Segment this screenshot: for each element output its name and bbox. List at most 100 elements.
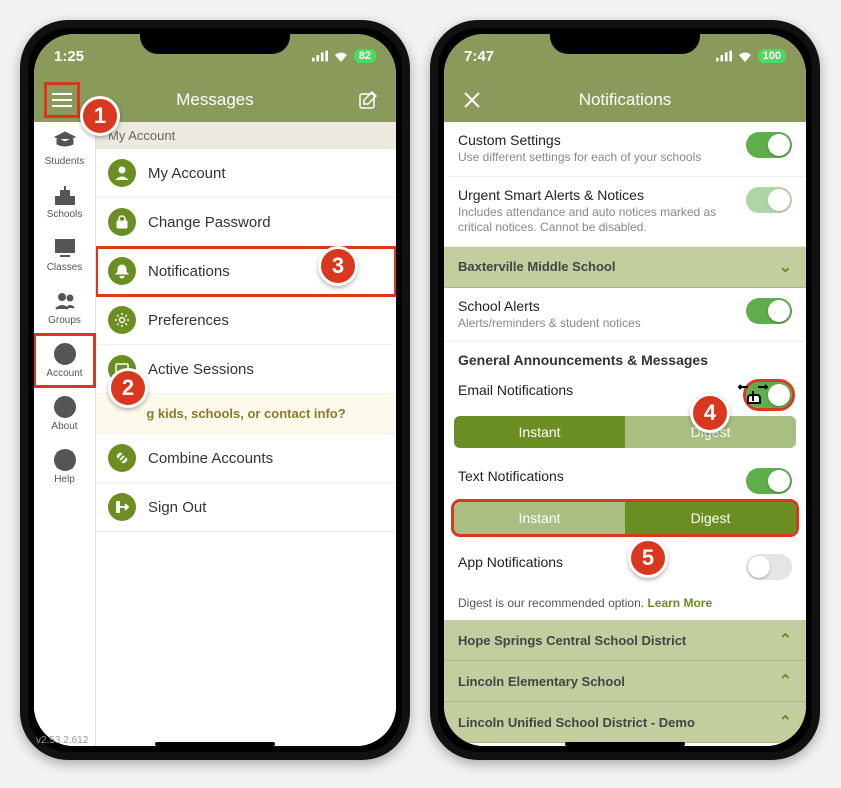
classes-icon xyxy=(53,236,77,260)
setting-title: Email Notifications xyxy=(458,382,573,398)
sidebar-label: Schools xyxy=(47,209,83,220)
general-header: General Announcements & Messages xyxy=(444,342,806,372)
callout-2: 2 xyxy=(108,368,148,408)
sidebar: Students Schools Classes Groups Account xyxy=(34,122,96,746)
sidebar-label: Students xyxy=(45,156,84,167)
setting-title: Custom Settings xyxy=(458,132,736,148)
groups-icon xyxy=(53,289,77,313)
swipe-icon xyxy=(738,383,768,409)
signal-icon xyxy=(312,50,328,62)
segment-text: Instant Digest xyxy=(454,502,796,534)
row-text-notifications: Text Notifications xyxy=(444,458,806,496)
accordion-label: Lincoln Elementary School xyxy=(458,674,625,689)
row-combine[interactable]: Combine Accounts xyxy=(96,434,396,483)
toggle-text[interactable] xyxy=(746,468,792,494)
accordion-label: Baxterville Middle School xyxy=(458,259,616,274)
segment-text-digest[interactable]: Digest xyxy=(625,502,796,534)
digest-note: Digest is our recommended option. Learn … xyxy=(444,590,806,620)
navbar: Notifications xyxy=(444,78,806,122)
row-label: Change Password xyxy=(148,214,271,231)
notch xyxy=(140,28,290,54)
link-icon xyxy=(108,444,136,472)
sidebar-item-about[interactable]: About xyxy=(34,387,95,440)
about-icon xyxy=(53,395,77,419)
chevron-up-icon: ⌃ xyxy=(779,630,792,650)
phone-left: v2.53.2.612 1:25 82 Messages Stude xyxy=(20,20,410,760)
accordion-school-hope[interactable]: Hope Springs Central School District ⌃ xyxy=(444,620,806,661)
setting-sub: Includes attendance and auto notices mar… xyxy=(458,205,736,236)
callout-3: 3 xyxy=(318,246,358,286)
digest-text: Digest is our recommended option. xyxy=(458,596,644,610)
toggle-school-alerts[interactable] xyxy=(746,298,792,324)
account-icon xyxy=(53,342,77,366)
phone-right: 7:47 100 Notifications Custom Settings U… xyxy=(430,20,820,760)
toggle-custom[interactable] xyxy=(746,132,792,158)
accordion-school-baxterville[interactable]: Baxterville Middle School ⌄ xyxy=(444,247,806,288)
row-label: Active Sessions xyxy=(148,361,254,378)
row-label: Sign Out xyxy=(148,499,206,516)
sidebar-item-schools[interactable]: Schools xyxy=(34,175,95,228)
row-preferences[interactable]: Preferences xyxy=(96,296,396,345)
compose-button[interactable] xyxy=(352,84,384,116)
sidebar-item-account[interactable]: Account xyxy=(34,334,95,387)
accordion-label: Hope Springs Central School District xyxy=(458,633,686,648)
signal-icon xyxy=(716,50,732,62)
person-icon xyxy=(108,159,136,187)
status-time: 1:25 xyxy=(54,48,84,65)
sidebar-label: Account xyxy=(46,368,82,379)
chevron-down-icon: ⌄ xyxy=(779,257,792,277)
setting-title: App Notifications xyxy=(458,554,563,570)
callout-5: 5 xyxy=(628,538,668,578)
gear-icon xyxy=(108,306,136,334)
row-label: Combine Accounts xyxy=(148,450,273,467)
page-title: Notifications xyxy=(488,90,762,110)
sidebar-item-groups[interactable]: Groups xyxy=(34,281,95,334)
accordion-school-lincoln-elem[interactable]: Lincoln Elementary School ⌃ xyxy=(444,661,806,702)
accordion-school-lincoln-unified[interactable]: Lincoln Unified School District - Demo ⌃ xyxy=(444,702,806,743)
sidebar-label: Classes xyxy=(47,262,83,273)
close-icon xyxy=(463,91,481,109)
row-urgent-alerts: Urgent Smart Alerts & Notices Includes a… xyxy=(444,177,806,247)
row-signout[interactable]: Sign Out xyxy=(96,483,396,532)
wifi-icon xyxy=(333,50,349,62)
sidebar-item-help[interactable]: Help xyxy=(34,440,95,493)
help-icon xyxy=(53,448,77,472)
segment-email-instant[interactable]: Instant xyxy=(454,416,625,448)
row-my-account[interactable]: My Account xyxy=(96,149,396,198)
row-label: My Account xyxy=(148,165,226,182)
battery-level: 100 xyxy=(758,49,786,63)
row-school-alerts[interactable]: School Alerts Alerts/reminders & student… xyxy=(444,288,806,343)
row-label: Preferences xyxy=(148,312,229,329)
wifi-icon xyxy=(737,50,753,62)
row-label: Notifications xyxy=(148,263,230,280)
page-title: Messages xyxy=(78,90,352,110)
battery-level: 82 xyxy=(354,49,376,63)
nav-spacer xyxy=(762,84,794,116)
status-time: 7:47 xyxy=(464,48,494,65)
compose-icon xyxy=(358,90,378,110)
row-change-password[interactable]: Change Password xyxy=(96,198,396,247)
toggle-app[interactable] xyxy=(746,554,792,580)
setting-title: Text Notifications xyxy=(458,468,564,484)
sidebar-item-classes[interactable]: Classes xyxy=(34,228,95,281)
sidebar-label: About xyxy=(51,421,77,432)
segment-text-instant[interactable]: Instant xyxy=(454,502,625,534)
accordion-label: Lincoln Unified School District - Demo xyxy=(458,715,695,730)
close-button[interactable] xyxy=(456,84,488,116)
schools-icon xyxy=(53,183,77,207)
lock-icon xyxy=(108,208,136,236)
settings-panel: Custom Settings Use different settings f… xyxy=(444,122,806,746)
section-header: My Account xyxy=(96,122,396,149)
signout-icon xyxy=(108,493,136,521)
setting-sub: Use different settings for each of your … xyxy=(458,150,736,166)
learn-more-link[interactable]: Learn More xyxy=(647,596,712,610)
setting-title: School Alerts xyxy=(458,298,736,314)
chevron-up-icon: ⌃ xyxy=(779,671,792,691)
callout-1: 1 xyxy=(80,96,120,136)
row-custom-settings[interactable]: Custom Settings Use different settings f… xyxy=(444,122,806,177)
home-indicator xyxy=(565,742,685,746)
hamburger-button[interactable] xyxy=(46,84,78,116)
sidebar-label: Groups xyxy=(48,315,81,326)
toggle-urgent xyxy=(746,187,792,213)
callout-4: 4 xyxy=(690,393,730,433)
